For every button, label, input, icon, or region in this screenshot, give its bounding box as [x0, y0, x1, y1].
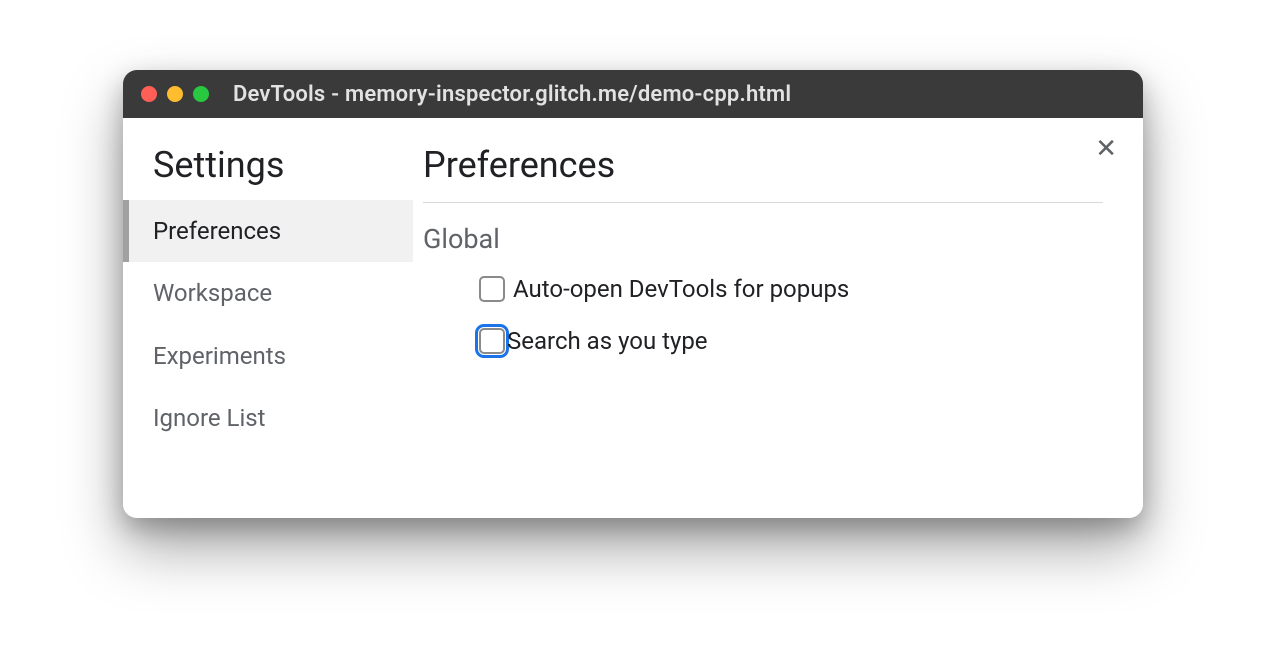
window-minimize-icon[interactable]	[167, 86, 183, 102]
sidebar-item-label: Experiments	[153, 342, 286, 370]
checkbox-icon[interactable]	[479, 328, 505, 354]
option-auto-open-devtools[interactable]: Auto-open DevTools for popups	[423, 275, 1103, 303]
settings-content: ✕ Settings Preferences Workspace Experim…	[123, 118, 1143, 518]
sidebar-item-preferences[interactable]: Preferences	[123, 200, 413, 262]
sidebar-item-ignore-list[interactable]: Ignore List	[123, 387, 413, 449]
sidebar-item-experiments[interactable]: Experiments	[123, 325, 413, 387]
window-close-icon[interactable]	[141, 86, 157, 102]
window-title: DevTools - memory-inspector.glitch.me/de…	[233, 82, 791, 107]
close-icon[interactable]: ✕	[1095, 136, 1117, 162]
sidebar-item-label: Ignore List	[153, 404, 266, 432]
option-label: Search as you type	[507, 327, 708, 355]
sidebar-title: Settings	[123, 144, 413, 200]
window-titlebar: DevTools - memory-inspector.glitch.me/de…	[123, 70, 1143, 118]
checkbox-icon[interactable]	[479, 276, 505, 302]
settings-window: DevTools - memory-inspector.glitch.me/de…	[123, 70, 1143, 518]
settings-sidebar: Settings Preferences Workspace Experimen…	[123, 118, 413, 518]
sidebar-item-workspace[interactable]: Workspace	[123, 262, 413, 324]
sidebar-item-label: Preferences	[153, 217, 281, 245]
sidebar-item-label: Workspace	[153, 279, 272, 307]
preferences-panel: Preferences Global Auto-open DevTools fo…	[413, 118, 1143, 518]
traffic-lights	[141, 86, 209, 102]
window-maximize-icon[interactable]	[193, 86, 209, 102]
option-search-as-you-type[interactable]: Search as you type	[423, 327, 1103, 355]
section-global-title: Global	[423, 223, 1103, 255]
page-title: Preferences	[423, 144, 1103, 203]
option-label: Auto-open DevTools for popups	[513, 275, 849, 303]
